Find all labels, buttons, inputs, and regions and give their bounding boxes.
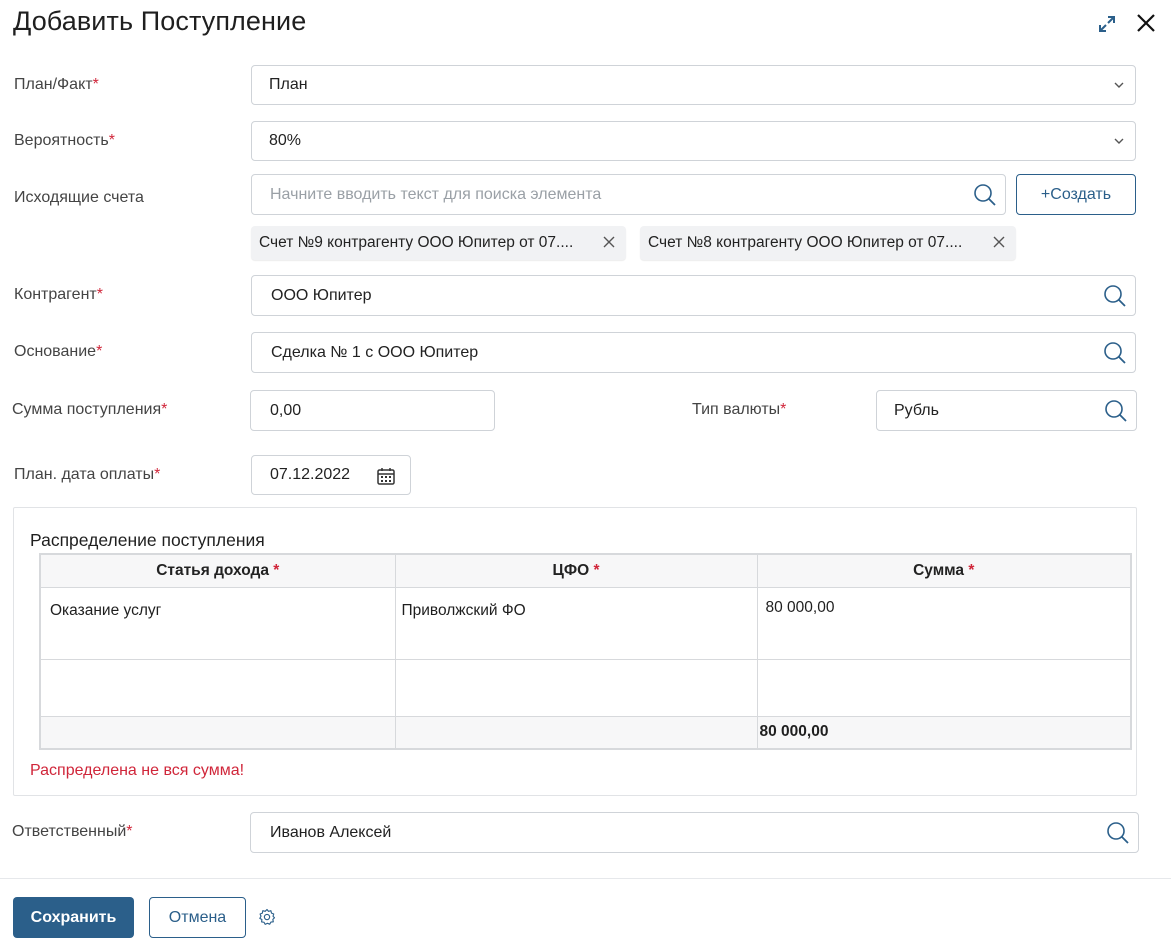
amount-value: 0,00 xyxy=(270,401,302,419)
table-cell xyxy=(394,716,758,749)
plan-fact-value: План xyxy=(269,76,308,93)
invoice-chip: Счет №8 контрагенту ООО Юпитер от 07.... xyxy=(640,226,1016,260)
invoice-chip: Счет №9 контрагенту ООО Юпитер от 07.... xyxy=(251,226,626,260)
footer-divider xyxy=(0,878,1171,879)
basis-input[interactable]: Сделка № 1 с ООО Юпитер xyxy=(251,332,1136,373)
search-icon[interactable] xyxy=(1104,399,1128,423)
probability-select[interactable]: 80% xyxy=(251,121,1136,161)
table-cell xyxy=(39,716,396,749)
distribution-table: Статья дохода * ЦФО * Сумма * Оказание у… xyxy=(39,553,1132,750)
pay-date-value: 07.12.2022 xyxy=(270,466,351,483)
responsible-value: Иванов Алексей xyxy=(270,823,392,841)
table-cell[interactable]: 80 000,00 xyxy=(756,587,1132,660)
currency-label: Тип валюты* xyxy=(692,401,787,418)
expand-diagonal-icon[interactable] xyxy=(1094,11,1120,37)
plan-fact-label: План/Факт* xyxy=(14,76,99,93)
basis-value: Сделка № 1 с ООО Юпитер xyxy=(271,343,479,361)
search-icon[interactable] xyxy=(973,183,997,207)
table-cell[interactable] xyxy=(39,659,396,717)
distribution-title: Распределение поступления xyxy=(30,530,265,550)
table-row[interactable] xyxy=(39,659,1132,717)
probability-value: 80% xyxy=(269,132,302,149)
cancel-button[interactable]: Отмена xyxy=(149,897,246,938)
amount-input[interactable]: 0,00 xyxy=(250,390,495,431)
search-icon[interactable] xyxy=(1103,284,1127,308)
chevron-down-icon xyxy=(1114,82,1124,88)
table-cell[interactable] xyxy=(756,659,1132,717)
create-invoice-button[interactable]: +Создать xyxy=(1016,174,1136,215)
search-icon[interactable] xyxy=(1103,341,1127,365)
gear-icon[interactable] xyxy=(257,907,277,927)
remove-chip-icon[interactable] xyxy=(992,235,1006,249)
dialog-title: Добавить Поступление xyxy=(13,6,307,36)
outgoing-invoices-label: Исходящие счета xyxy=(14,189,144,206)
search-icon[interactable] xyxy=(1106,821,1130,845)
chevron-down-icon xyxy=(1114,138,1124,144)
currency-value: Рубль xyxy=(894,401,939,419)
column-header: Статья дохода * xyxy=(39,553,396,588)
plan-fact-select[interactable]: План xyxy=(251,65,1136,105)
table-cell[interactable] xyxy=(394,659,758,717)
amount-label: Сумма поступления* xyxy=(12,401,168,418)
table-row[interactable]: Оказание услуг Приволжский ФО 80 000,00 xyxy=(39,587,1132,660)
basis-label: Основание* xyxy=(14,343,103,360)
pay-date-input[interactable]: 07.12.2022 xyxy=(251,455,411,495)
counterparty-label: Контрагент* xyxy=(14,286,103,303)
table-total-row: 80 000,00 xyxy=(39,716,1132,749)
table-cell[interactable]: Приволжский ФО xyxy=(394,587,758,660)
column-header: Сумма * xyxy=(756,553,1132,588)
close-icon[interactable] xyxy=(1132,9,1160,37)
table-header-row: Статья дохода * ЦФО * Сумма * xyxy=(39,553,1132,588)
outgoing-invoices-placeholder: Начните вводить текст для поиска элемент… xyxy=(270,185,602,203)
pay-date-label: План. дата оплаты* xyxy=(14,466,161,483)
responsible-input[interactable]: Иванов Алексей xyxy=(250,812,1139,853)
invoice-chip-label: Счет №9 контрагенту ООО Юпитер от 07.... xyxy=(259,234,574,251)
probability-label: Вероятность* xyxy=(14,132,115,149)
save-button[interactable]: Сохранить xyxy=(13,897,134,938)
invoice-chip-label: Счет №8 контрагенту ООО Юпитер от 07.... xyxy=(648,234,963,251)
distribution-error: Распределена не вся сумма! xyxy=(30,762,245,779)
column-header: ЦФО * xyxy=(394,553,758,588)
responsible-label: Ответственный* xyxy=(12,823,133,840)
counterparty-input[interactable]: ООО Юпитер xyxy=(251,275,1136,316)
outgoing-invoices-search-input[interactable]: Начните вводить текст для поиска элемент… xyxy=(251,174,1006,215)
remove-chip-icon[interactable] xyxy=(602,235,616,249)
counterparty-value: ООО Юпитер xyxy=(271,286,372,304)
currency-input[interactable]: Рубль xyxy=(876,390,1137,431)
table-cell[interactable]: Оказание услуг xyxy=(39,587,396,660)
total-amount: 80 000,00 xyxy=(756,716,1132,749)
calendar-icon[interactable] xyxy=(376,466,396,486)
